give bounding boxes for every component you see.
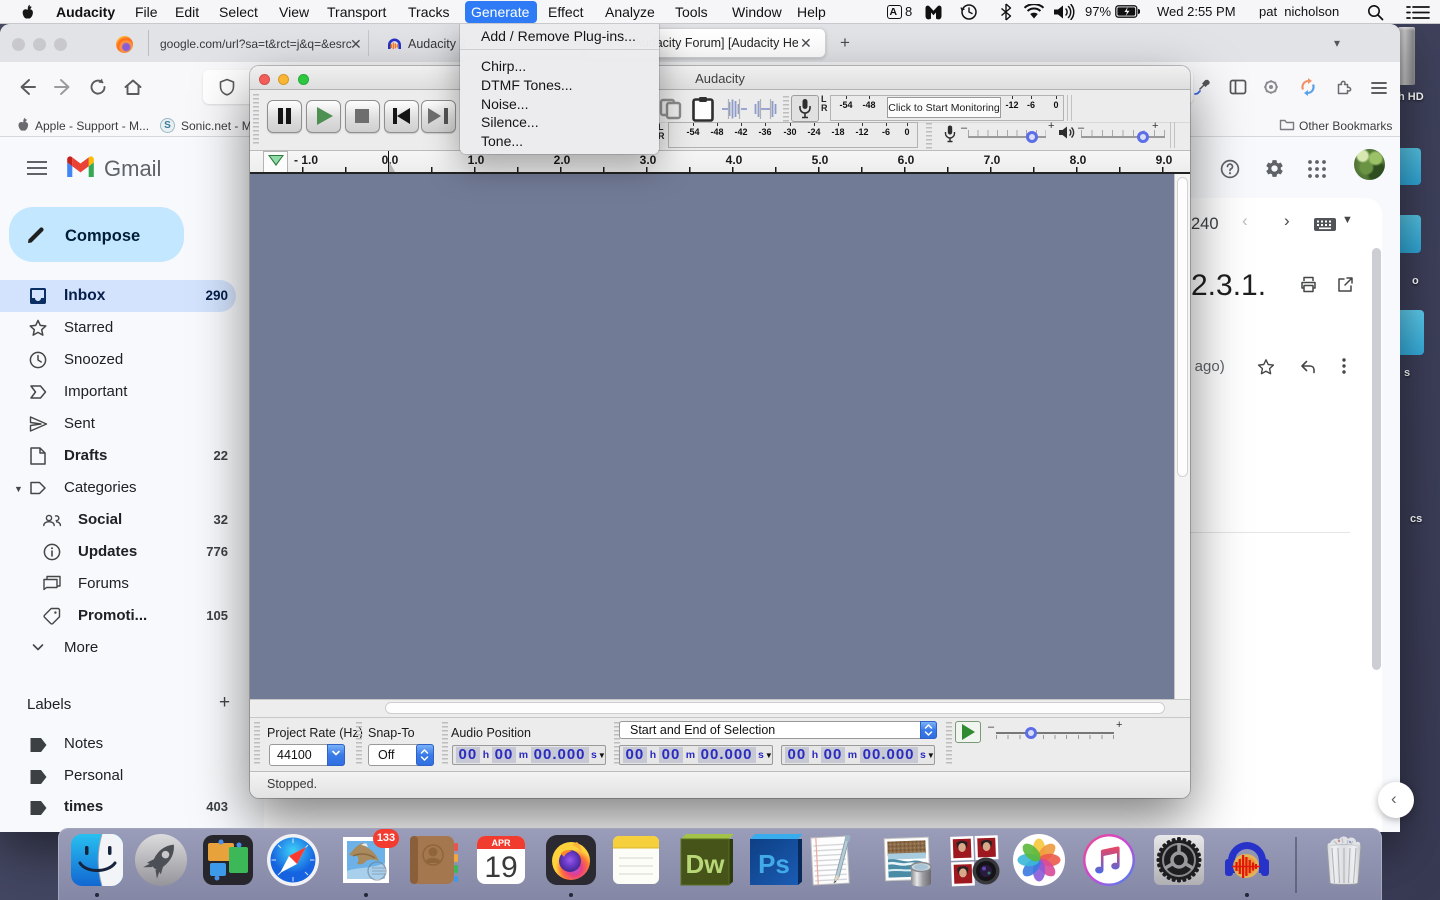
- svg-text:Ps: Ps: [758, 849, 790, 879]
- svg-text:APR: APR: [491, 838, 511, 848]
- svg-text:Dw: Dw: [686, 849, 726, 879]
- svg-text:19: 19: [484, 851, 517, 884]
